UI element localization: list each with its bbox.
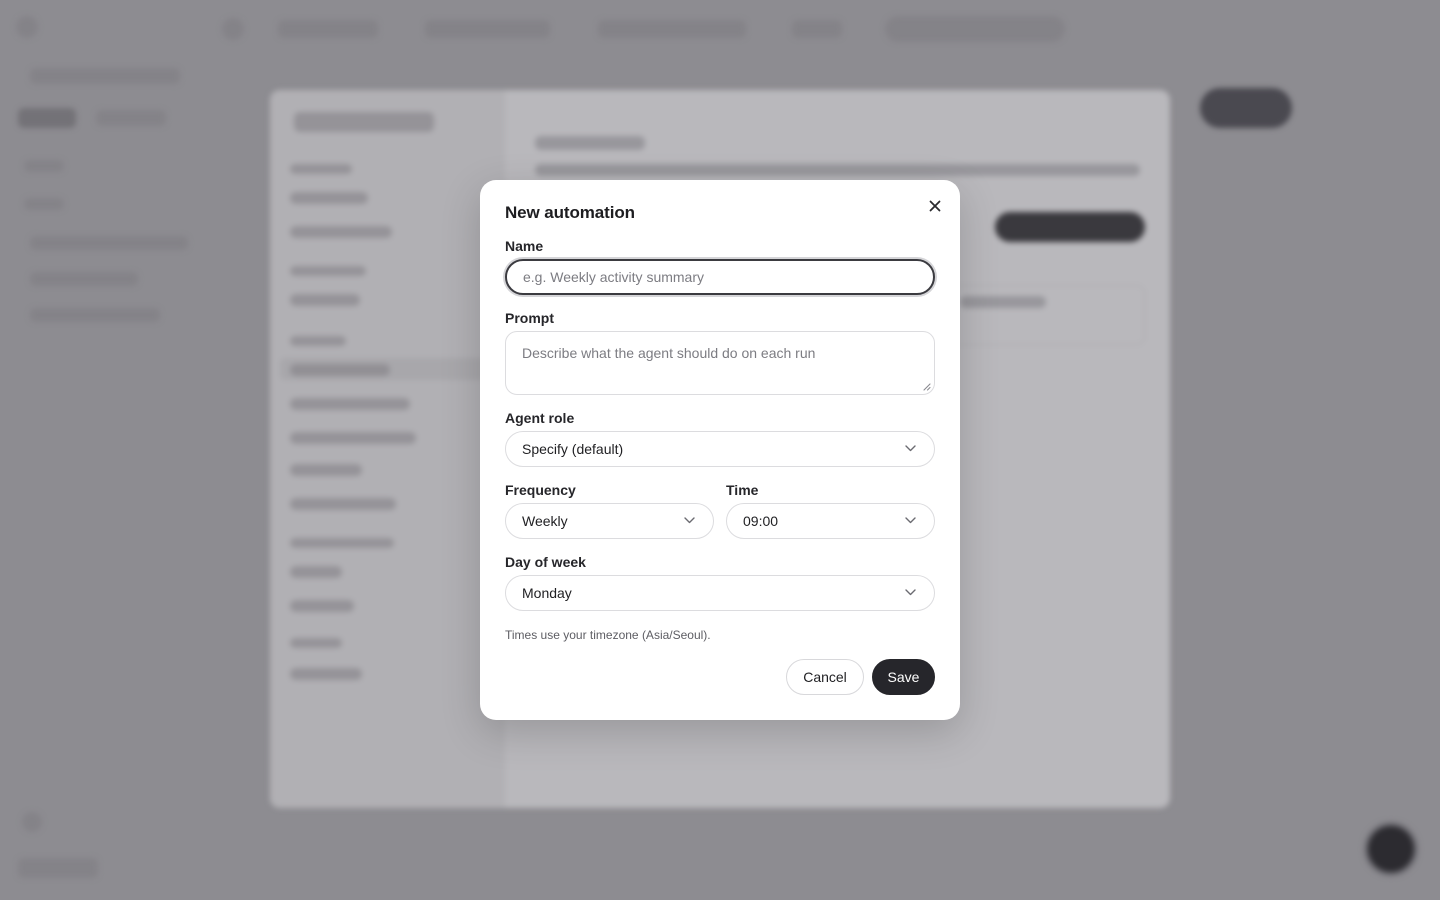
name-placeholder: e.g. Weekly activity summary — [523, 269, 705, 285]
cancel-button[interactable]: Cancel — [786, 659, 864, 695]
chevron-down-icon — [905, 445, 916, 452]
close-icon — [929, 200, 941, 212]
agent-role-select[interactable]: Specify (default) — [505, 431, 935, 467]
resize-handle-icon[interactable] — [922, 382, 931, 391]
name-label: Name — [505, 238, 544, 254]
frequency-select[interactable]: Weekly — [505, 503, 714, 539]
chevron-down-icon — [905, 517, 916, 524]
day-of-week-select[interactable]: Monday — [505, 575, 935, 611]
time-label: Time — [726, 482, 759, 498]
day-of-week-label: Day of week — [505, 554, 586, 570]
close-button[interactable] — [923, 194, 947, 218]
agent-role-label: Agent role — [505, 410, 575, 426]
time-select[interactable]: 09:00 — [726, 503, 935, 539]
chevron-down-icon — [905, 589, 916, 596]
day-of-week-value: Monday — [522, 585, 572, 601]
prompt-label: Prompt — [505, 310, 554, 326]
name-input[interactable]: e.g. Weekly activity summary — [505, 259, 935, 295]
timezone-hint: Times use your timezone (Asia/Seoul). — [505, 628, 711, 642]
frequency-label: Frequency — [505, 482, 576, 498]
new-automation-dialog: New automation Name e.g. Weekly activity… — [480, 180, 960, 720]
dialog-title: New automation — [505, 203, 635, 222]
time-value: 09:00 — [743, 513, 779, 529]
prompt-textarea[interactable]: Describe what the agent should do on eac… — [505, 331, 935, 395]
chevron-down-icon — [684, 517, 695, 524]
frequency-value: Weekly — [522, 513, 568, 529]
agent-role-value: Specify (default) — [522, 441, 624, 457]
save-button[interactable]: Save — [872, 659, 935, 695]
prompt-placeholder: Describe what the agent should do on eac… — [522, 345, 816, 361]
